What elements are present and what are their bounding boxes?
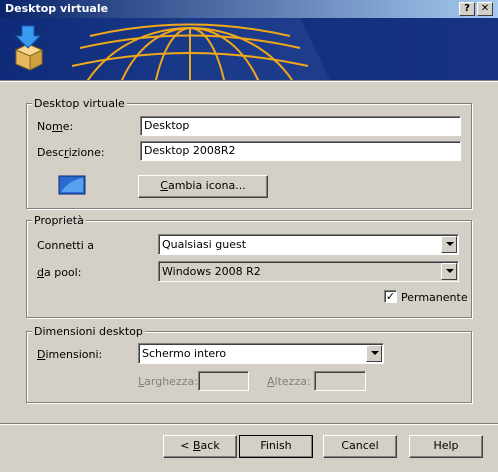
width-input[interactable] <box>198 371 249 391</box>
dimensions-group-label: Dimensioni desktop <box>32 325 145 338</box>
nome-label: Nome: <box>37 120 74 133</box>
cancel-button[interactable]: Cancel <box>323 435 397 458</box>
globe-graphic <box>55 18 498 80</box>
pool-label: da pool: <box>37 266 82 279</box>
dimensions-group <box>26 331 472 403</box>
window-title: Desktop virtuale <box>5 2 109 15</box>
permanent-label: Permanente <box>401 291 468 304</box>
chevron-down-icon[interactable] <box>366 345 382 362</box>
download-box-icon <box>14 25 44 71</box>
help-button[interactable]: Help <box>409 435 483 458</box>
descrizione-input[interactable]: Desktop 2008R2 <box>140 141 461 161</box>
connect-select[interactable]: Qualsiasi guest <box>158 234 459 255</box>
help-title-button[interactable]: ? <box>459 2 475 16</box>
close-button[interactable]: ✕ <box>477 2 493 16</box>
desktop-group-label: Desktop virtuale <box>32 97 127 110</box>
chevron-down-icon[interactable] <box>441 263 457 280</box>
permanent-checkbox[interactable]: ✓ <box>384 290 397 303</box>
back-button[interactable]: < Back <box>163 435 237 458</box>
height-input[interactable] <box>314 371 366 391</box>
pool-select[interactable]: Windows 2008 R2 <box>158 261 459 282</box>
connect-label: Connetti a <box>37 239 95 252</box>
descrizione-label: Descrizione: <box>37 146 105 159</box>
nome-input[interactable]: Desktop <box>140 116 461 136</box>
dimensions-select[interactable]: Schermo intero <box>138 343 384 364</box>
width-label: Larghezza: <box>138 375 198 388</box>
properties-group-label: Proprietà <box>32 214 86 227</box>
connect-select-value: Qualsiasi guest <box>162 238 247 251</box>
dimensions-select-value: Schermo intero <box>142 347 227 360</box>
footer-divider <box>0 423 498 425</box>
height-label: Altezza: <box>267 375 311 388</box>
chevron-down-icon[interactable] <box>441 236 457 253</box>
change-icon-button[interactable]: Cambia icona... <box>138 175 268 198</box>
pool-select-value: Windows 2008 R2 <box>162 265 261 278</box>
banner-divider <box>0 80 498 82</box>
desktop-icon <box>58 175 86 195</box>
finish-button[interactable]: Finish <box>239 435 313 458</box>
header-banner <box>0 18 498 80</box>
dimensions-label: Dimensioni: <box>37 348 103 361</box>
